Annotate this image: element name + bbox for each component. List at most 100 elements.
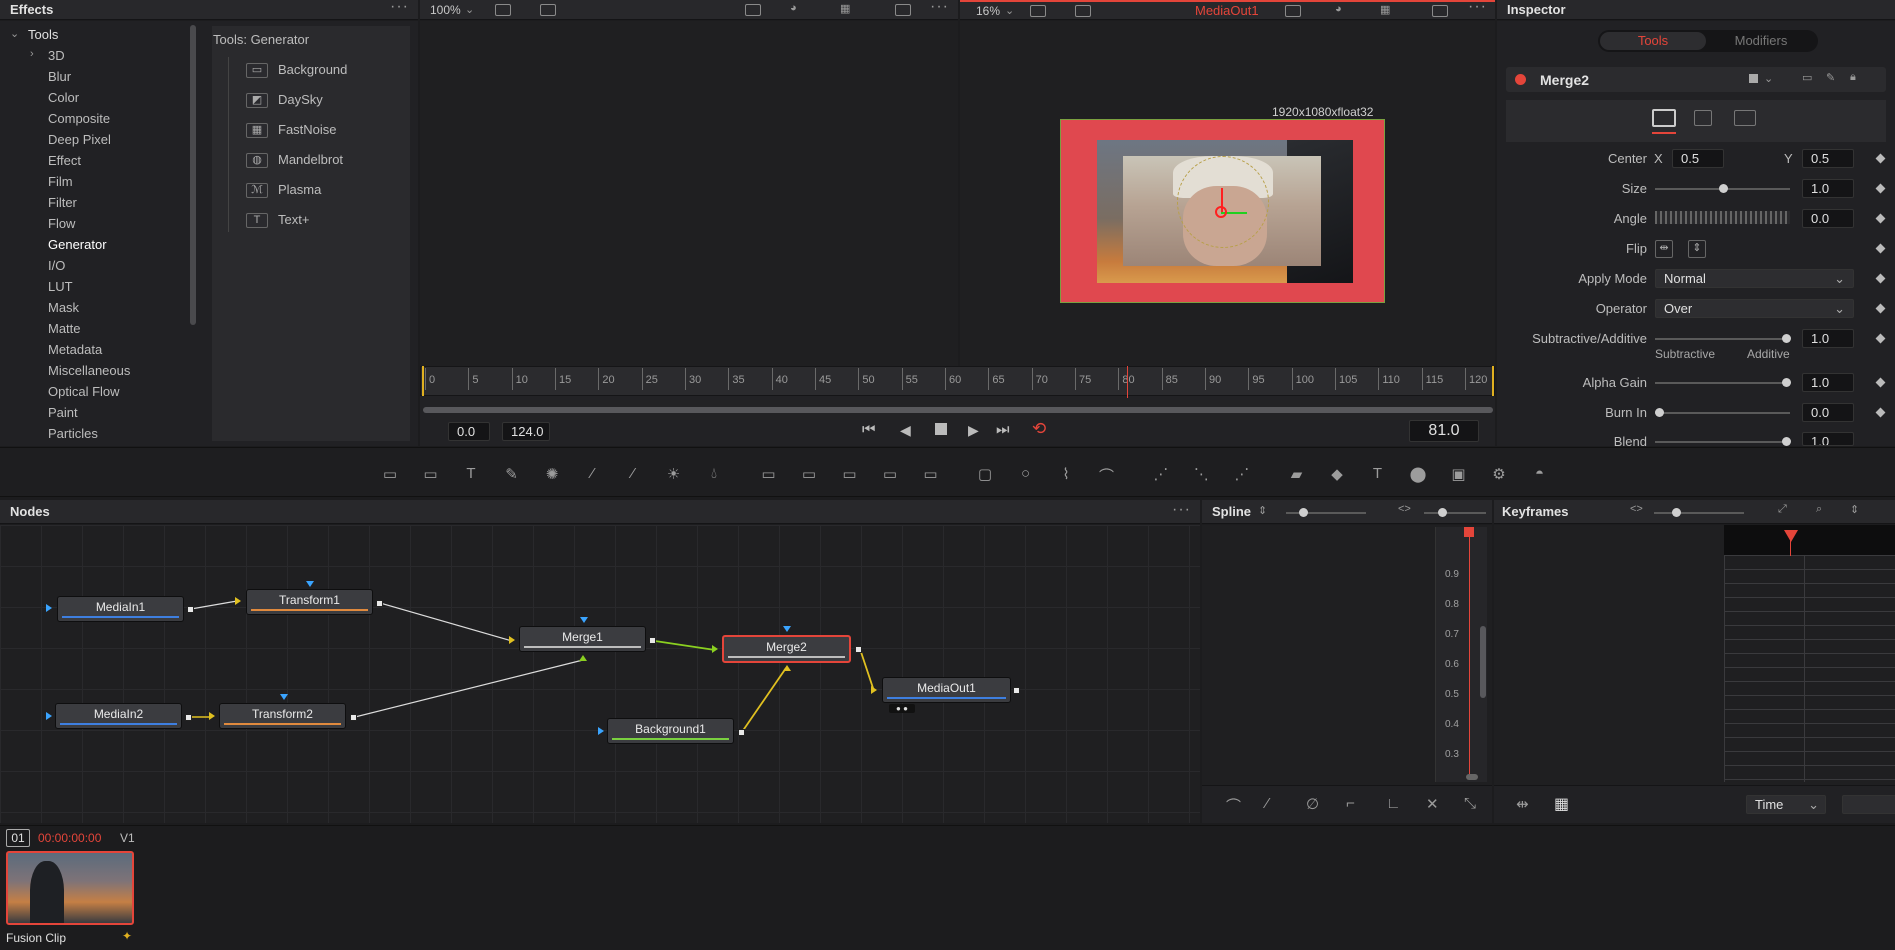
rectangle-mask-icon[interactable]: ▢ — [975, 465, 995, 483]
viewer-right-menu-icon[interactable]: ··· — [1468, 0, 1487, 16]
roi-icon[interactable] — [745, 4, 761, 16]
generator-item-background[interactable]: Background — [278, 62, 347, 77]
paint-icon[interactable]: ✎ — [502, 465, 522, 483]
alpha-gain-slider[interactable] — [1655, 382, 1790, 384]
fit-icon[interactable] — [895, 4, 911, 16]
spline-scrollbar[interactable] — [1480, 626, 1486, 698]
render-end-marker[interactable] — [1492, 366, 1494, 396]
background1-output-port[interactable] — [738, 729, 745, 736]
keyframes-zoom-knob[interactable] — [1672, 508, 1681, 517]
timeline-scrollbar[interactable] — [423, 407, 1493, 413]
node-mediain1[interactable]: MediaIn1 — [57, 596, 184, 622]
mediain2-input-icon[interactable] — [46, 712, 52, 720]
blend-slider-knob[interactable] — [1782, 437, 1791, 446]
tree-item-metadata[interactable]: Metadata — [48, 342, 102, 357]
node-transform1[interactable]: Transform1 — [246, 589, 373, 615]
step-out-icon[interactable]: ∟ — [1386, 795, 1401, 812]
viewer-left[interactable] — [420, 21, 958, 366]
node-merge2[interactable]: Merge2 — [722, 635, 851, 663]
fit-icon[interactable] — [1432, 5, 1448, 17]
center-handle[interactable] — [1215, 206, 1227, 218]
sub-add-slider-knob[interactable] — [1782, 334, 1791, 343]
reverse-icon[interactable]: ✕ — [1426, 795, 1439, 813]
tree-item-matte[interactable]: Matte — [48, 321, 81, 336]
roi-icon[interactable] — [1285, 5, 1301, 17]
settings-icon[interactable]: ⚙ — [1489, 465, 1509, 483]
stop-icon[interactable] — [935, 423, 947, 435]
tree-item-filter[interactable]: Filter — [48, 195, 77, 210]
tree-item-miscellaneous[interactable]: Miscellaneous — [48, 363, 130, 378]
effects-menu-icon[interactable]: ··· — [390, 0, 409, 16]
linear-icon[interactable]: ⁄ — [1266, 795, 1269, 812]
viewer-left-zoom[interactable]: 100% — [430, 3, 461, 17]
nodes-menu-icon[interactable]: ··· — [1172, 501, 1191, 519]
blend-slider[interactable] — [1655, 441, 1790, 443]
settings-icon[interactable] — [1734, 110, 1756, 126]
node-mediain2[interactable]: MediaIn2 — [55, 703, 182, 729]
tab-tools[interactable]: Tools — [1600, 32, 1706, 50]
fast-noise-icon[interactable]: ⁄ — [583, 465, 603, 483]
playhead[interactable] — [1127, 366, 1128, 398]
time-value-field[interactable] — [1842, 795, 1895, 814]
text3d-icon[interactable]: T — [1368, 465, 1388, 483]
chevron-down-icon[interactable]: ⌄ — [1764, 72, 1773, 85]
zoom-icon[interactable]: ⌕ — [1816, 503, 1822, 516]
renderer3d-icon[interactable]: ▣ — [1449, 465, 1469, 483]
transform-icon[interactable]: ▭ — [921, 465, 941, 483]
chevron-right-icon[interactable]: › — [30, 48, 34, 60]
tree-item-3d[interactable]: 3D — [48, 48, 65, 63]
step-in-icon[interactable]: ⌐ — [1346, 795, 1355, 812]
chevron-down-icon[interactable]: ⌄ — [10, 27, 19, 40]
color-icon[interactable]: ◕ — [790, 2, 797, 14]
size-field[interactable]: 1.0 — [1802, 179, 1854, 198]
angle-field[interactable]: 0.0 — [1802, 209, 1854, 228]
global-start-field[interactable]: 0.0 — [448, 422, 490, 441]
node-background1[interactable]: Background1 — [607, 718, 734, 744]
node-enable-toggle[interactable] — [1515, 74, 1526, 85]
play-reverse-icon[interactable]: ◀ — [900, 422, 911, 439]
tree-item-film[interactable]: Film — [48, 174, 73, 189]
alpha-gain-field[interactable]: 1.0 — [1802, 373, 1854, 392]
brightness-icon[interactable]: ☀ — [664, 465, 684, 483]
merge3d-icon[interactable]: ◆ — [1327, 465, 1347, 483]
resize-icon[interactable]: ▭ — [880, 465, 900, 483]
sort-icon[interactable]: ⇕ — [1850, 503, 1859, 516]
spline-zoom-slider[interactable] — [1286, 512, 1366, 514]
view-mode-icon[interactable] — [1030, 5, 1046, 17]
operator-select[interactable]: Over ⌄ — [1655, 299, 1854, 318]
alpha-gain-slider-knob[interactable] — [1782, 378, 1791, 387]
background1-input-icon[interactable] — [598, 727, 604, 735]
node-merge1[interactable]: Merge1 — [519, 626, 646, 652]
particle-emitter-icon[interactable]: ⋰ — [1151, 465, 1171, 483]
go-to-end-icon[interactable]: ⏭ — [996, 421, 1010, 438]
tree-item-lut[interactable]: LUT — [48, 279, 73, 294]
viewer-canvas[interactable] — [1060, 119, 1385, 303]
merge2-output-port[interactable] — [855, 646, 862, 653]
mediain1-input-icon[interactable] — [46, 604, 52, 612]
flip-vertical-icon[interactable]: ⇕ — [1688, 240, 1706, 258]
global-end-field[interactable]: 124.0 — [502, 422, 550, 441]
light-icon[interactable]: ◓ — [1530, 465, 1550, 483]
loop-icon[interactable]: ⟲ — [1032, 419, 1046, 439]
center-x-field[interactable]: 0.5 — [1672, 149, 1724, 168]
generator-item-text-[interactable]: Text+ — [278, 212, 309, 227]
color-swatch[interactable] — [1749, 74, 1758, 83]
bspline-mask-icon[interactable]: ⌒ — [1097, 465, 1117, 485]
invert-icon[interactable]: ∅ — [1306, 795, 1319, 813]
generator-item-daysky[interactable]: DaySky — [278, 92, 323, 107]
chevron-down-icon[interactable]: ⌄ — [1005, 4, 1014, 17]
matte-icon[interactable]: ▭ — [840, 465, 860, 483]
spline-playhead-handle[interactable] — [1464, 527, 1474, 537]
lock-icon[interactable]: 🔒︎ — [1850, 71, 1856, 84]
mediain1-output-port[interactable] — [187, 606, 194, 613]
tree-item-mask[interactable]: Mask — [48, 300, 79, 315]
shape3d-icon[interactable]: ▰ — [1287, 465, 1307, 483]
tree-item-generator[interactable]: Generator — [48, 237, 107, 252]
keyframes-ruler[interactable] — [1724, 525, 1895, 555]
text-icon[interactable]: T — [461, 465, 481, 483]
merge2-input-icon[interactable] — [783, 626, 791, 632]
time-mode-select[interactable]: Time ⌄ — [1746, 795, 1826, 814]
tree-item-deep-pixel[interactable]: Deep Pixel — [48, 132, 111, 147]
channel-booleans-icon[interactable]: ▭ — [799, 465, 819, 483]
clip-thumbnail[interactable] — [6, 851, 134, 925]
